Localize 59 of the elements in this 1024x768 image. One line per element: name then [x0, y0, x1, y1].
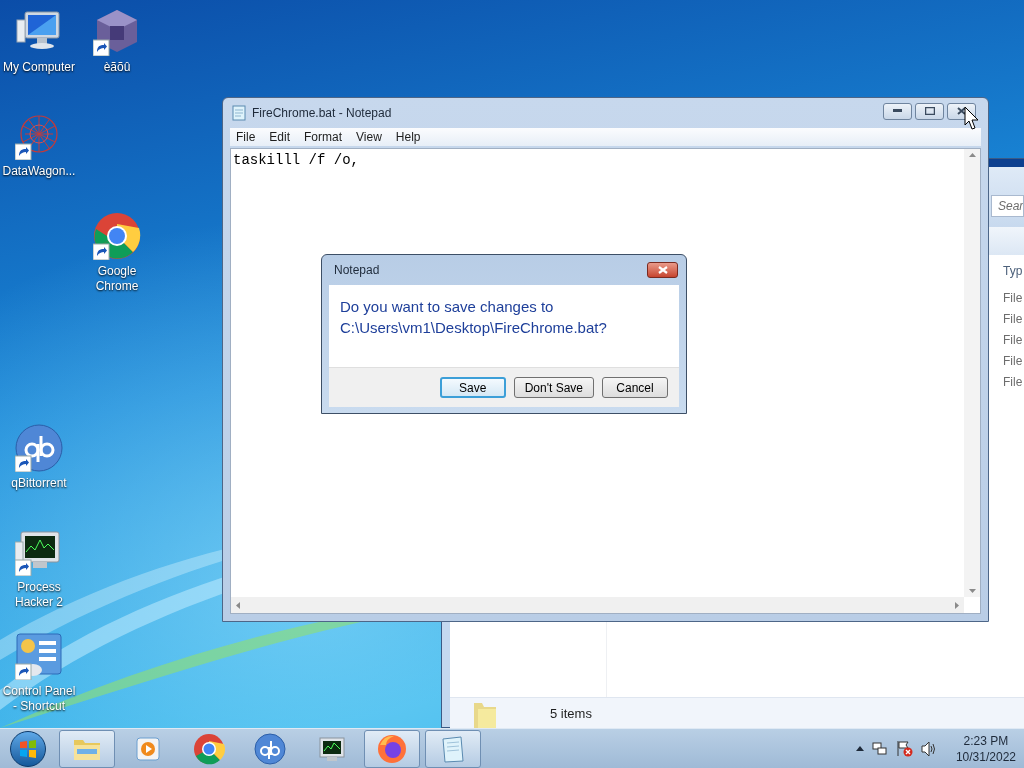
- notepad-icon: [231, 105, 247, 121]
- status-text: 5 items: [550, 704, 592, 723]
- title-bar: [989, 159, 1024, 167]
- dialog-title: Notepad: [334, 262, 380, 279]
- firefox-icon: [376, 732, 408, 765]
- search-field[interactable]: Sear: [991, 195, 1024, 217]
- desktop-icon[interactable]: My Computer: [0, 8, 78, 75]
- column-header[interactable]: Typ: [1003, 262, 1023, 280]
- menu-item[interactable]: Help: [395, 128, 421, 146]
- clock-time: 2:23 PM: [963, 732, 1009, 749]
- menu-item[interactable]: View: [356, 128, 382, 146]
- scroll-down-icon: [968, 589, 976, 593]
- vertical-scrollbar[interactable]: [964, 149, 980, 597]
- dialog-button[interactable]: Save: [439, 377, 506, 398]
- table-cell: File: [1003, 290, 1023, 306]
- scroll-right-icon: [955, 601, 959, 609]
- qb-logo-icon: [254, 732, 286, 765]
- icon-label: My Computer: [2, 60, 76, 75]
- table-cell: File: [1003, 353, 1023, 369]
- scroll-left-icon: [236, 601, 240, 609]
- dialog-message: Do you want to save changes to C:\Users\vm1\Desktop\FireChrome.bat?: [340, 297, 608, 338]
- toolbar: [989, 227, 1024, 255]
- icon-label: qBittorrent: [10, 476, 68, 491]
- menu-item[interactable]: File: [236, 128, 256, 146]
- close-icon: [957, 107, 966, 115]
- table-cell: File: [1003, 311, 1023, 327]
- table-cell: File: [1003, 332, 1023, 348]
- horizontal-scrollbar[interactable]: [231, 597, 964, 613]
- minimize-button[interactable]: [883, 102, 912, 120]
- icon-label: èãõû: [102, 60, 132, 75]
- cursor-icon: [964, 106, 980, 131]
- network-icon[interactable]: [871, 740, 888, 757]
- icon-label: Control Panel - Shortcut: [1, 684, 77, 714]
- dialog-button[interactable]: Cancel: [602, 377, 668, 398]
- clock[interactable]: 2:23 PM 10/31/2022: [955, 732, 1016, 765]
- start-button[interactable]: [10, 730, 46, 767]
- clock-date: 10/31/2022: [955, 748, 1016, 765]
- window-title: FireChrome.bat - Notepad: [252, 105, 392, 122]
- icon-label: Process Hacker 2: [14, 580, 64, 610]
- flag-icon[interactable]: [895, 740, 913, 757]
- menu-item[interactable]: Format: [304, 128, 343, 146]
- tray-expand-icon[interactable]: [855, 746, 864, 751]
- icon-label: Google Chrome: [94, 264, 140, 294]
- close-icon: [657, 266, 668, 274]
- volume-icon[interactable]: [920, 740, 938, 757]
- windows-logo-icon: [19, 739, 37, 758]
- dialog-button[interactable]: Don't Save: [513, 377, 594, 398]
- maximize-button[interactable]: [915, 102, 944, 120]
- restore-icon: [924, 107, 935, 115]
- close-button[interactable]: [647, 262, 678, 278]
- desktop-icon[interactable]: Google Chrome: [78, 212, 156, 294]
- minimize-icon: [893, 109, 902, 113]
- chrome-icon: [193, 732, 225, 765]
- desktop-icon[interactable]: DataWagon...: [0, 112, 78, 179]
- table-cell: File: [1003, 374, 1023, 390]
- text-content[interactable]: taskilll /f /o,: [231, 149, 362, 171]
- icon-label: DataWagon...: [1, 164, 77, 179]
- desktop-icon[interactable]: èãõû: [78, 8, 156, 75]
- menu-item[interactable]: Edit: [269, 128, 291, 146]
